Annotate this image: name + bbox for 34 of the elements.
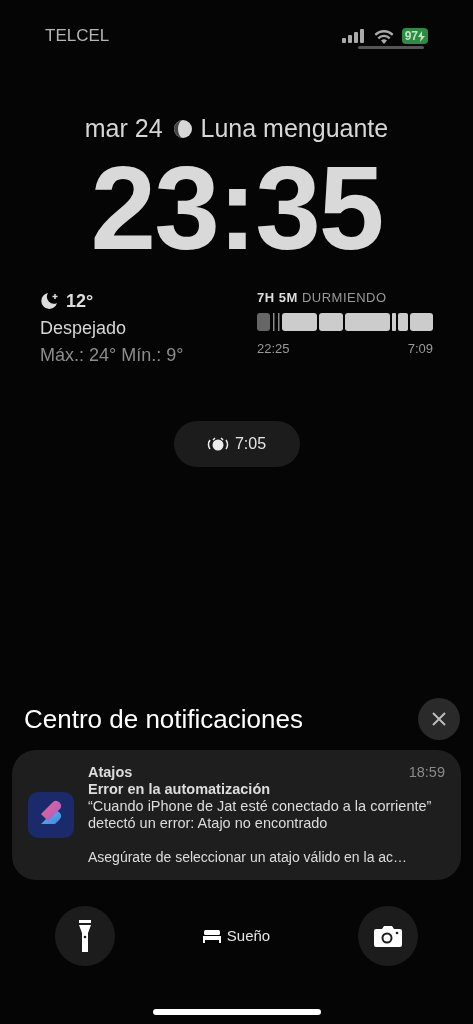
battery-level: 97 [401, 28, 428, 44]
clock-time: 23:35 [89, 151, 383, 264]
moon-phase-label: Luna menguante [200, 113, 389, 144]
sleep-label: DURMIENDO [301, 289, 387, 305]
flashlight-icon [79, 920, 91, 952]
alarm-pill[interactable]: 7:05 [173, 420, 300, 467]
bed-icon [202, 929, 221, 943]
focus-mode[interactable]: Sueño [202, 924, 271, 948]
charging-icon [418, 30, 425, 42]
notification-extra: Asegúrate de seleccionar un atajo válido en la ac… [88, 849, 409, 866]
wifi-icon [373, 28, 394, 44]
notification-card[interactable]: Atajos 18:59 Error en la automatización “Cuando iPhone de Jat esté conectado a la corriente” detectó un error: Atajo no encontrado Asegúrate de seleccionar un atajo válido en la ac… [12, 750, 461, 880]
notification-time: 18:59 [408, 764, 445, 781]
app-icon [28, 792, 74, 838]
alarm-time: 7:05 [234, 433, 267, 454]
notification-body: “Cuando iPhone de Jat esté conectado a la corriente” detectó un error: Atajo no encontrado [88, 798, 433, 832]
sleep-end-time: 7:09 [407, 340, 433, 358]
date-label: mar 24 [84, 113, 163, 144]
notification-title: Error en la automatización [88, 781, 272, 798]
close-icon [432, 712, 446, 726]
notification-center-title: Centro de notificaciones [24, 702, 303, 736]
moon-stars-icon [40, 292, 60, 310]
camera-icon [374, 925, 402, 947]
alarm-clock-icon [206, 435, 229, 452]
temperature-range: Máx.: 24° Mín.: 9° [40, 343, 184, 367]
signal-icon [341, 29, 366, 43]
temperature: 12° [66, 289, 94, 313]
close-button[interactable] [418, 698, 460, 740]
sleep-start-time: 22:25 [257, 340, 290, 358]
app-name: Atajos [88, 764, 133, 781]
moon-phase-icon [172, 118, 193, 139]
sleep-duration: 7H 5M [257, 289, 298, 305]
carrier-name: TELCEL [45, 25, 110, 48]
weather-condition: Despejado [40, 316, 128, 340]
